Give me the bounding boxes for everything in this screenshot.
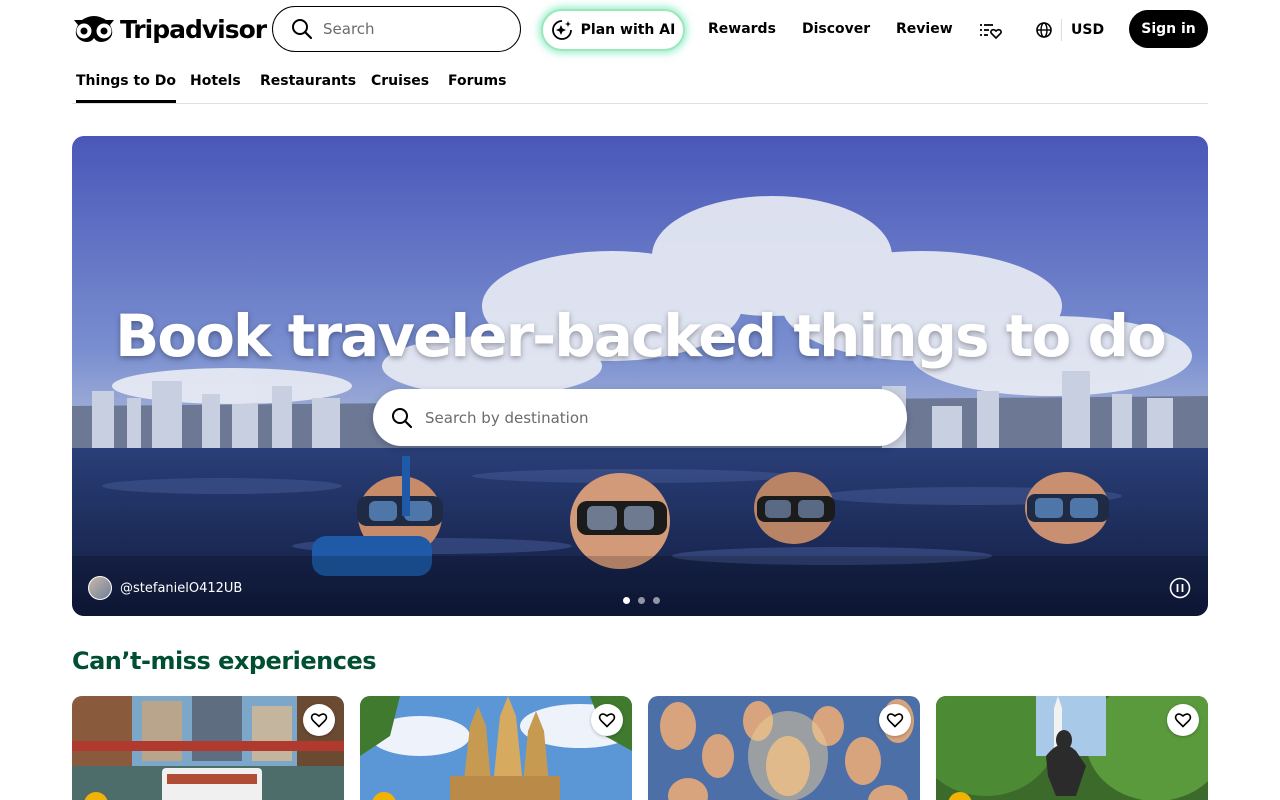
plan-with-ai-button[interactable]: Plan with AI bbox=[541, 9, 685, 51]
card-image-sistine-chapel bbox=[648, 696, 920, 800]
header-divider bbox=[1061, 19, 1062, 41]
experience-card[interactable] bbox=[936, 696, 1208, 800]
heart-icon bbox=[598, 713, 616, 728]
owl-logo-icon bbox=[74, 16, 114, 42]
currency-selector[interactable]: USD bbox=[1071, 22, 1104, 38]
search-icon bbox=[292, 19, 313, 40]
tab-cruises[interactable]: Cruises bbox=[371, 73, 429, 100]
search-input[interactable]: Search bbox=[272, 6, 521, 52]
brand-name: Tripadvisor bbox=[120, 14, 267, 44]
pause-icon bbox=[1169, 577, 1191, 599]
nav-review[interactable]: Review bbox=[896, 21, 953, 37]
sign-in-button[interactable]: Sign in bbox=[1129, 10, 1208, 48]
card-image-chicago-river bbox=[72, 696, 344, 800]
tab-restaurants[interactable]: Restaurants bbox=[260, 73, 356, 100]
nav-rewards[interactable]: Rewards bbox=[708, 21, 776, 37]
destination-search-input[interactable]: Search by destination bbox=[373, 389, 907, 446]
trips-button[interactable] bbox=[978, 20, 1002, 44]
category-tabs: Things to Do Hotels Restaurants Cruises … bbox=[72, 64, 1208, 104]
save-to-trip-button[interactable] bbox=[879, 704, 911, 736]
save-to-trip-button[interactable] bbox=[303, 704, 335, 736]
trips-heart-list-icon bbox=[980, 24, 1002, 40]
experience-card[interactable] bbox=[648, 696, 920, 800]
carousel-dot[interactable] bbox=[638, 597, 645, 604]
destination-search-placeholder: Search by destination bbox=[425, 408, 589, 427]
hero-title: Book traveler-backed things to do bbox=[115, 302, 1167, 370]
search-icon bbox=[392, 407, 413, 428]
search-placeholder: Search bbox=[323, 20, 375, 38]
save-to-trip-button[interactable] bbox=[591, 704, 623, 736]
hero-photo bbox=[72, 136, 1208, 616]
experience-card[interactable] bbox=[72, 696, 344, 800]
card-image-paul-revere-statue bbox=[936, 696, 1208, 800]
heart-icon bbox=[1174, 713, 1192, 728]
experience-card[interactable] bbox=[360, 696, 632, 800]
ai-sparkle-icon bbox=[551, 20, 572, 40]
photo-credit-username: @stefanielO412UB bbox=[120, 580, 243, 596]
pause-carousel-button[interactable] bbox=[1169, 577, 1191, 603]
photo-credit[interactable]: @stefanielO412UB bbox=[88, 576, 242, 600]
card-image-sagrada-familia bbox=[360, 696, 632, 800]
save-to-trip-button[interactable] bbox=[1167, 704, 1199, 736]
heart-icon bbox=[310, 713, 328, 728]
tab-hotels[interactable]: Hotels bbox=[190, 73, 241, 100]
language-button[interactable] bbox=[1035, 21, 1053, 43]
carousel-dots bbox=[623, 597, 660, 604]
avatar bbox=[88, 576, 112, 600]
carousel-dot[interactable] bbox=[623, 597, 630, 604]
section-title: Can’t-miss experiences bbox=[72, 647, 377, 675]
globe-icon bbox=[1036, 22, 1052, 38]
hero-banner: Book traveler-backed things to do Search… bbox=[72, 136, 1208, 616]
plan-with-ai-label: Plan with AI bbox=[580, 22, 676, 38]
carousel-dot[interactable] bbox=[653, 597, 660, 604]
tab-forums[interactable]: Forums bbox=[448, 73, 506, 100]
nav-discover[interactable]: Discover bbox=[802, 21, 870, 37]
tab-things-to-do[interactable]: Things to Do bbox=[76, 73, 176, 103]
heart-icon bbox=[886, 713, 904, 728]
tripadvisor-logo[interactable]: Tripadvisor bbox=[72, 14, 267, 44]
